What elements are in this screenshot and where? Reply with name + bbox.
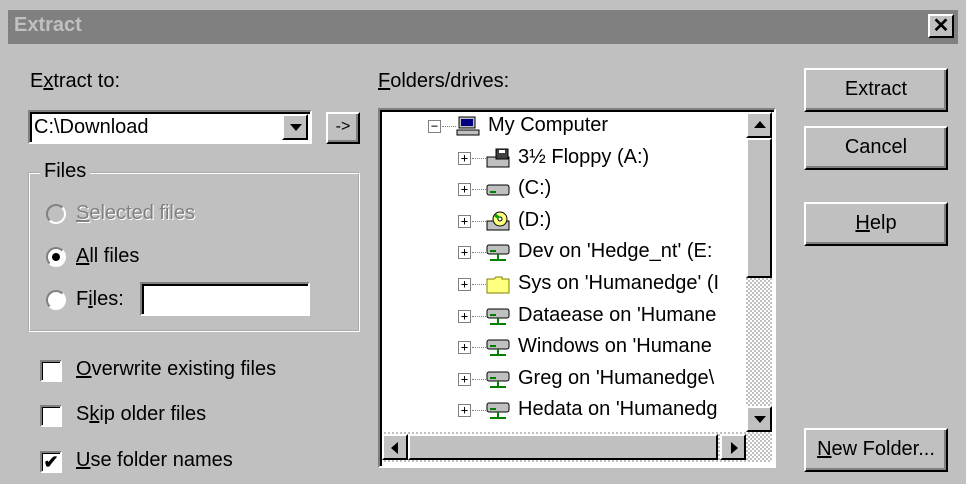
- arrow-up-icon: [754, 121, 766, 128]
- arrow-left-icon: [391, 442, 398, 454]
- floppy-drive-icon: [486, 148, 510, 168]
- computer-icon: [456, 116, 480, 136]
- network-drive-icon: [486, 337, 510, 357]
- checkbox-use-folder-names[interactable]: ✔: [40, 451, 62, 473]
- extract-button[interactable]: Extract: [804, 68, 948, 112]
- tree-item-label: Dataease on 'Humane: [518, 303, 717, 326]
- tree-item-label: Dev on 'Hedge_nt' (E:: [518, 240, 713, 263]
- expand-icon[interactable]: +: [458, 183, 471, 197]
- scroll-up-button[interactable]: [746, 112, 772, 138]
- checkbox-skip-older[interactable]: [40, 405, 62, 427]
- folders-tree[interactable]: − My Computer +3½ Floppy (A:) + (C:) + (D:) + De…: [378, 108, 776, 468]
- expand-icon[interactable]: +: [458, 278, 471, 291]
- arrow-right-icon: [731, 442, 738, 454]
- network-drive-icon: [486, 369, 510, 389]
- radio-selected-files-label: Selected files: [76, 202, 195, 224]
- tree-item-label: (D:): [518, 208, 552, 231]
- files-group-title: Files: [40, 160, 91, 183]
- network-drive-icon: [486, 400, 510, 420]
- tree-connector: [472, 315, 486, 317]
- tree-connector: [472, 157, 486, 159]
- scroll-left-button[interactable]: [382, 434, 408, 460]
- extract-to-value: C:\Download: [34, 116, 149, 138]
- hard-drive-icon: [486, 179, 510, 199]
- dialog-title: Extract: [14, 14, 82, 36]
- checkbox-skip-older-label: Skip older files: [76, 403, 207, 425]
- tree-vertical-thumb[interactable]: [746, 138, 772, 278]
- close-button[interactable]: ✕: [928, 14, 954, 38]
- extract-dialog: Extract ✕ Extract to: C:\Download -> Fil…: [0, 0, 966, 484]
- expand-icon[interactable]: +: [458, 214, 471, 228]
- tree-item-label: Windows on 'Humane: [518, 335, 712, 358]
- extract-to-combobox[interactable]: C:\Download: [28, 110, 312, 144]
- radio-dot: [52, 253, 60, 261]
- expand-icon[interactable]: +: [458, 341, 471, 355]
- collapse-icon[interactable]: −: [428, 120, 441, 133]
- extract-to-dropdown-button[interactable]: [282, 114, 308, 140]
- folder-icon: [486, 274, 510, 294]
- tree-item-label: (C:): [518, 177, 552, 200]
- radio-files-label: Files:: [76, 288, 124, 310]
- radio-all-files[interactable]: [46, 247, 66, 267]
- cancel-button[interactable]: Cancel: [804, 126, 948, 170]
- new-folder-button[interactable]: New Folder...: [804, 428, 948, 472]
- title-bar[interactable]: Extract ✕: [8, 10, 958, 44]
- expand-icon[interactable]: +: [458, 372, 471, 386]
- tree-connector: [472, 378, 486, 380]
- network-drive-icon: [486, 242, 510, 262]
- expand-icon[interactable]: +: [458, 309, 471, 323]
- files-pattern-input[interactable]: [140, 282, 310, 316]
- tree-connector: [472, 252, 486, 254]
- radio-files[interactable]: [46, 290, 66, 310]
- scroll-right-button[interactable]: [720, 434, 746, 460]
- checkbox-use-folder-names-label: Use folder names: [76, 449, 233, 471]
- tree-connector: [472, 284, 486, 285]
- expand-icon[interactable]: +: [458, 404, 471, 418]
- browse-arrow-button[interactable]: ->: [326, 112, 360, 144]
- tree-item-label: Hedata on 'Humanedg: [518, 398, 718, 421]
- arrow-down-icon: [754, 416, 766, 423]
- tree-item-label: Greg on 'Humanedge\: [518, 366, 715, 389]
- tree-horizontal-thumb[interactable]: [408, 434, 718, 460]
- checkbox-overwrite[interactable]: [40, 360, 62, 382]
- radio-all-files-label: All files: [76, 245, 140, 267]
- tree-connector: [472, 347, 486, 349]
- radio-selected-files[interactable]: [46, 204, 66, 224]
- tree-connector: [472, 189, 486, 191]
- help-button[interactable]: Help: [804, 202, 948, 246]
- expand-icon[interactable]: +: [458, 246, 471, 260]
- close-icon: ✕: [932, 15, 950, 37]
- network-drive-icon: [486, 306, 510, 326]
- tree-connector: [472, 410, 486, 412]
- tree-item-label: 3½ Floppy (A:): [518, 145, 650, 168]
- cd-drive-icon: [486, 211, 510, 231]
- expand-icon[interactable]: +: [458, 151, 471, 165]
- folders-label: Folders/drives:: [378, 70, 510, 92]
- extract-to-label: Extract to:: [30, 70, 121, 92]
- tree-item-label: My Computer: [488, 114, 609, 136]
- scroll-down-button[interactable]: [746, 406, 772, 432]
- checkbox-overwrite-label: Overwrite existing files: [76, 358, 277, 380]
- checkmark-icon: ✔: [43, 452, 59, 472]
- tree-connector: [442, 126, 456, 127]
- tree-item-label: Sys on 'Humanedge' (I: [518, 272, 720, 294]
- chevron-down-icon: [290, 124, 302, 131]
- tree-connector: [472, 220, 486, 222]
